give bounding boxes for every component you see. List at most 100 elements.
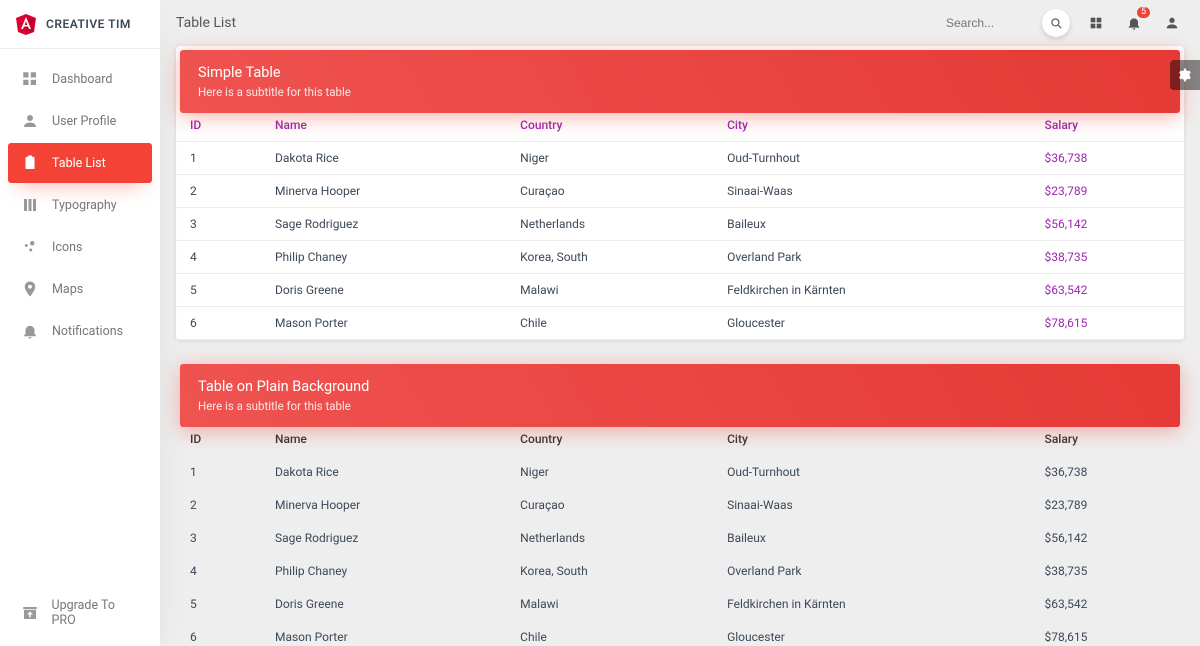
table-cell: Philip Chaney [261,555,506,588]
table-row: 2Minerva HooperCuraçaoSinaai-Waas$23,789 [176,175,1184,208]
sidebar-item-label: Typography [52,198,117,213]
sidebar-item-notifications[interactable]: Notifications [8,311,152,351]
notifications-icon[interactable]: 5 [1122,11,1146,35]
bell-icon [20,321,40,341]
table-cell: 6 [176,307,261,340]
plain-table: IDNameCountryCitySalary 1Dakota RiceNige… [176,423,1184,646]
table-cell: Sinaai-Waas [713,175,1030,208]
sidebar-item-label: User Profile [52,114,116,129]
sidebar-item-dashboard[interactable]: Dashboard [8,59,152,99]
table-row: 6Mason PorterChileGloucester$78,615 [176,307,1184,340]
card-header-simple: Simple Table Here is a subtitle for this… [180,50,1180,113]
table-cell: 5 [176,274,261,307]
table-row: 3Sage RodriguezNetherlandsBaileux$56,142 [176,522,1184,555]
gear-icon [1177,67,1193,83]
simple-table: IDNameCountryCitySalary 1Dakota RiceNige… [176,109,1184,340]
table-row: 1Dakota RiceNigerOud-Turnhout$36,738 [176,456,1184,489]
topbar: Table List 5 [160,0,1200,46]
upgrade-label: Upgrade To PRO [52,598,141,628]
table-cell: $78,615 [1031,621,1184,646]
table-header: Name [261,109,506,142]
table-cell: 3 [176,208,261,241]
table-row: 2Minerva HooperCuraçaoSinaai-Waas$23,789 [176,489,1184,522]
table-cell: Mason Porter [261,307,506,340]
person-icon [20,111,40,131]
search-button[interactable] [1042,9,1070,37]
table-cell: Niger [506,456,713,489]
search-wrap [946,9,1070,37]
table-cell: Philip Chaney [261,241,506,274]
account-icon[interactable] [1160,11,1184,35]
table-cell: $36,738 [1031,142,1184,175]
table-cell: Dakota Rice [261,142,506,175]
table-cell: $78,615 [1031,307,1184,340]
table-cell: $63,542 [1031,274,1184,307]
table-cell: 1 [176,456,261,489]
content: Simple Table Here is a subtitle for this… [160,46,1200,646]
sidebar-item-icons[interactable]: Icons [8,227,152,267]
table-cell: Netherlands [506,208,713,241]
table-cell: $36,738 [1031,456,1184,489]
table-cell: 3 [176,522,261,555]
table-cell: Baileux [713,522,1030,555]
table-cell: 4 [176,241,261,274]
table-cell: 1 [176,142,261,175]
card-subtitle: Here is a subtitle for this table [198,85,1162,99]
sidebar-item-maps[interactable]: Maps [8,269,152,309]
main: Table List 5 Simple Table Here is a subt… [160,0,1200,646]
table-cell: Sage Rodriguez [261,522,506,555]
table-cell: Sinaai-Waas [713,489,1030,522]
table-cell: Niger [506,142,713,175]
table-header: City [713,423,1030,456]
search-input[interactable] [946,16,1036,30]
clipboard-icon [20,153,40,173]
card-title: Table on Plain Background [198,378,1162,395]
dashboard-icon[interactable] [1084,11,1108,35]
table-cell: Curaçao [506,175,713,208]
table-cell: Minerva Hooper [261,489,506,522]
table-cell: Minerva Hooper [261,175,506,208]
upgrade-to-pro[interactable]: Upgrade To PRO [8,588,152,638]
angular-logo-icon [14,12,38,36]
table-cell: Netherlands [506,522,713,555]
table-cell: 2 [176,489,261,522]
table-cell: Doris Greene [261,274,506,307]
settings-fab[interactable] [1170,60,1200,90]
table-cell: Mason Porter [261,621,506,646]
table-cell: $56,142 [1031,522,1184,555]
table-row: 4Philip ChaneyKorea, SouthOverland Park$… [176,555,1184,588]
card-title: Simple Table [198,64,1162,81]
table-header: ID [176,423,261,456]
sidebar-item-label: Dashboard [52,72,112,87]
card-header-plain: Table on Plain Background Here is a subt… [180,364,1180,427]
table-cell: Overland Park [713,555,1030,588]
sidebar-item-table-list[interactable]: Table List [8,143,152,183]
plain-table-card: Table on Plain Background Here is a subt… [176,360,1184,646]
sidebar-item-user-profile[interactable]: User Profile [8,101,152,141]
table-cell: $63,542 [1031,588,1184,621]
table-cell: Baileux [713,208,1030,241]
table-header: Salary [1031,423,1184,456]
table-cell: $38,735 [1031,555,1184,588]
table-cell: Gloucester [713,307,1030,340]
table-header: Country [506,109,713,142]
sidebar-item-typography[interactable]: Typography [8,185,152,225]
page-title: Table List [176,15,236,31]
table-cell: $56,142 [1031,208,1184,241]
table-row: 6Mason PorterChileGloucester$78,615 [176,621,1184,646]
table-cell: Malawi [506,274,713,307]
table-row: 3Sage RodriguezNetherlandsBaileux$56,142 [176,208,1184,241]
sidebar-footer: Upgrade To PRO [0,580,160,646]
card-subtitle: Here is a subtitle for this table [198,399,1162,413]
table-cell: Curaçao [506,489,713,522]
table-header: Name [261,423,506,456]
table-cell: Feldkirchen in Kärnten [713,588,1030,621]
table-cell: Doris Greene [261,588,506,621]
table-cell: Feldkirchen in Kärnten [713,274,1030,307]
table-cell: Sage Rodriguez [261,208,506,241]
table-cell: Overland Park [713,241,1030,274]
sidebar-menu: Dashboard User Profile Table List Typograph… [0,49,160,580]
sidebar-item-label: Notifications [52,324,123,339]
table-cell: 4 [176,555,261,588]
sidebar-header[interactable]: CREATIVE TIM [0,0,160,49]
